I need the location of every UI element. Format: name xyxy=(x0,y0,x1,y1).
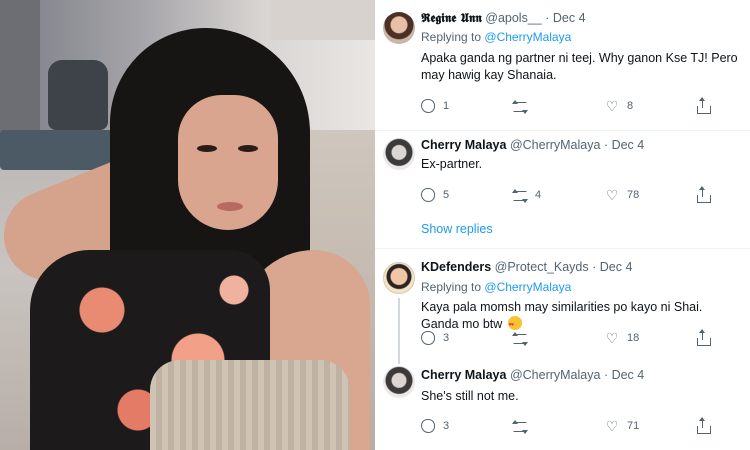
like-button[interactable]: ♡ 8 xyxy=(605,98,633,114)
retweet-button[interactable] xyxy=(512,418,535,434)
retweet-icon xyxy=(512,332,528,346)
photo-eye-right xyxy=(238,145,258,152)
reply-count: 1 xyxy=(443,100,450,112)
heart-eyes-emoji xyxy=(507,316,522,334)
display-name[interactable]: 𝕽𝖊𝖌𝖎𝖓𝖊 𝖀𝖓𝖓 xyxy=(421,10,482,25)
tweet-actions: 3 ♡ 71 xyxy=(421,417,741,434)
replying-handle[interactable]: @CherryMalaya xyxy=(484,280,571,294)
replying-handle[interactable]: @CherryMalaya xyxy=(484,30,571,44)
tweet-actions: 1 ♡ 8 xyxy=(421,97,741,114)
reply-icon xyxy=(421,419,435,433)
reply-icon xyxy=(421,99,435,113)
reply-button[interactable]: 1 xyxy=(421,98,449,114)
reply-button[interactable]: 3 xyxy=(421,418,449,434)
like-count: 71 xyxy=(627,420,640,432)
display-name[interactable]: KDefenders xyxy=(421,260,491,274)
retweet-button[interactable] xyxy=(512,98,535,114)
photo-backpack xyxy=(48,60,108,130)
reply-count: 3 xyxy=(443,332,450,344)
tweet-date[interactable]: · Dec 4 xyxy=(604,368,644,382)
user-handle[interactable]: @Protect_Kayds xyxy=(495,260,589,274)
reply-icon xyxy=(421,188,435,202)
heart-icon: ♡ xyxy=(605,187,619,203)
user-handle[interactable]: @CherryMalaya xyxy=(510,138,601,152)
replying-to: Replying to @CherryMalaya xyxy=(421,280,571,294)
photo-shelf xyxy=(270,0,375,40)
avatar[interactable] xyxy=(383,262,415,294)
photo-eye-left xyxy=(197,145,217,152)
retweet-icon xyxy=(512,189,528,203)
reply-button[interactable]: 3 xyxy=(421,330,449,346)
share-icon xyxy=(697,329,711,346)
tweet-date[interactable]: · Dec 4 xyxy=(604,138,644,152)
share-button[interactable] xyxy=(697,97,711,114)
replying-label: Replying to xyxy=(421,280,482,294)
like-button[interactable]: ♡ 71 xyxy=(605,418,640,434)
avatar[interactable] xyxy=(383,12,415,44)
tweet-thread: 𝕽𝖊𝖌𝖎𝖓𝖊 𝖀𝖓𝖓 @apols__ · Dec 4 Replying to … xyxy=(375,0,750,450)
retweet-count: 4 xyxy=(535,189,542,201)
user-handle[interactable]: @CherryMalaya xyxy=(510,368,601,382)
tweet-date[interactable]: · Dec 4 xyxy=(592,260,632,274)
avatar[interactable] xyxy=(383,138,415,170)
tweet-text: Apaka ganda ng partner ni teej. Why gano… xyxy=(421,51,738,82)
heart-icon: ♡ xyxy=(605,98,619,114)
tweet-kdefenders[interactable]: KDefenders @Protect_Kayds · Dec 4 Replyi… xyxy=(375,248,750,364)
tweet-cherry-2[interactable]: Cherry Malaya @CherryMalaya · Dec 4 She'… xyxy=(375,360,750,450)
tweet-header: 𝕽𝖊𝖌𝖎𝖓𝖊 𝖀𝖓𝖓 @apols__ · Dec 4 xyxy=(421,10,586,26)
tweet-header: Cherry Malaya @CherryMalaya · Dec 4 xyxy=(421,368,644,382)
tweet-header: KDefenders @Protect_Kayds · Dec 4 xyxy=(421,260,632,274)
share-button[interactable] xyxy=(697,329,711,346)
like-button[interactable]: ♡ 78 xyxy=(605,187,640,203)
share-button[interactable] xyxy=(697,186,711,203)
tweet-text: Kaya pala momsh may similarities po kayo… xyxy=(421,299,741,334)
tweet-text: Ex-partner. xyxy=(421,157,483,171)
share-icon xyxy=(697,417,711,434)
retweet-button[interactable] xyxy=(512,330,535,346)
heart-icon: ♡ xyxy=(605,330,619,346)
photo-curtain xyxy=(0,0,40,140)
replying-label: Replying to xyxy=(421,30,482,44)
share-icon xyxy=(697,97,711,114)
portrait-photo xyxy=(0,0,375,450)
tweet-cherry-1[interactable]: Cherry Malaya @CherryMalaya · Dec 4 Ex-p… xyxy=(375,130,750,248)
thread-connector xyxy=(398,298,400,364)
share-icon xyxy=(697,186,711,203)
tweet-actions: 5 4 ♡ 78 xyxy=(421,186,741,203)
tweet-actions: 3 ♡ 18 xyxy=(421,329,741,346)
show-replies-link[interactable]: Show replies xyxy=(421,222,493,236)
tweet-date[interactable]: · Dec 4 xyxy=(545,11,585,25)
tweet-text-body: Kaya pala momsh may similarities po kayo… xyxy=(421,300,703,331)
share-button[interactable] xyxy=(697,417,711,434)
like-button[interactable]: ♡ 18 xyxy=(605,330,640,346)
reply-button[interactable]: 5 xyxy=(421,187,449,203)
replying-to: Replying to @CherryMalaya xyxy=(421,30,571,44)
photo-knit-blanket xyxy=(150,360,350,450)
reply-count: 3 xyxy=(443,420,450,432)
like-count: 8 xyxy=(627,100,634,112)
like-count: 78 xyxy=(627,189,640,201)
avatar[interactable] xyxy=(383,366,415,398)
tweet-header: Cherry Malaya @CherryMalaya · Dec 4 xyxy=(421,138,644,152)
reply-icon xyxy=(421,331,435,345)
heart-icon: ♡ xyxy=(605,418,619,434)
display-name[interactable]: Cherry Malaya xyxy=(421,138,506,152)
photo-lips xyxy=(217,202,243,211)
tweet-regine[interactable]: 𝕽𝖊𝖌𝖎𝖓𝖊 𝖀𝖓𝖓 @apols__ · Dec 4 Replying to … xyxy=(375,0,750,130)
retweet-icon xyxy=(512,100,528,114)
retweet-button[interactable]: 4 xyxy=(512,187,542,203)
tweet-text: She's still not me. xyxy=(421,389,519,403)
user-handle[interactable]: @apols__ xyxy=(485,11,541,25)
reply-count: 5 xyxy=(443,189,450,201)
retweet-icon xyxy=(512,420,528,434)
display-name[interactable]: Cherry Malaya xyxy=(421,368,506,382)
like-count: 18 xyxy=(627,332,640,344)
